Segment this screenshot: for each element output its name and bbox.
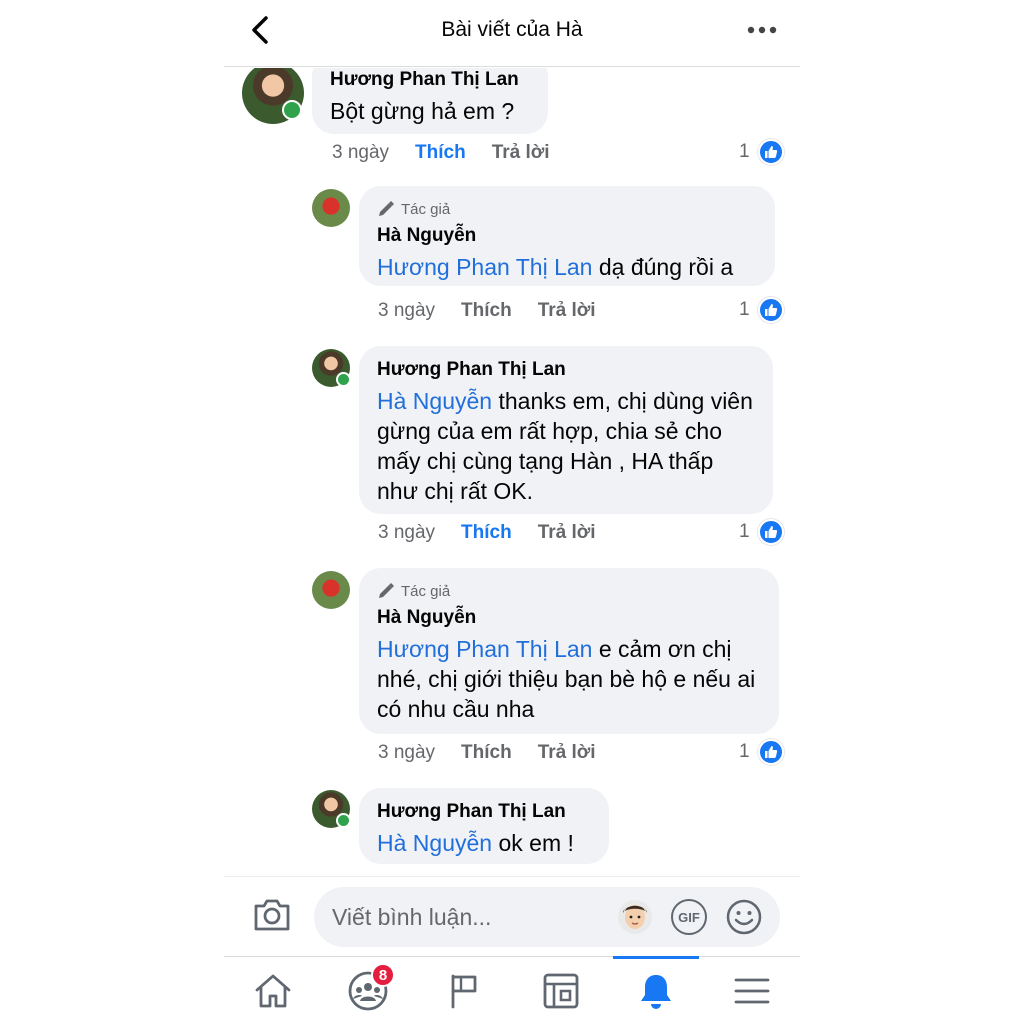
comment-text: Hương Phan Thị Lan e cảm ơn chị nhé, chị…: [377, 636, 756, 722]
more-horizontal-icon: [747, 26, 777, 34]
reaction-count: 1: [739, 299, 750, 320]
comment-reply: Tác giả Hà Nguyễn Hương Phan Thị Lan e c…: [224, 568, 800, 778]
pages-flag-icon: [451, 974, 477, 1009]
more-options-button[interactable]: [744, 18, 780, 42]
reaction-summary[interactable]: 1: [739, 519, 784, 545]
tab-news-feed[interactable]: [536, 967, 586, 1015]
tab-menu[interactable]: [727, 967, 777, 1015]
notifications-bell-icon: [641, 975, 671, 1009]
comment-author[interactable]: Hương Phan Thị Lan: [330, 68, 532, 92]
comment-composer: GIF: [224, 876, 800, 956]
reaction-summary[interactable]: 1: [739, 297, 784, 323]
comment-text: Hương Phan Thị Lan dạ đúng rồi a: [377, 254, 734, 280]
comment-time: 3 ngày: [332, 142, 390, 163]
tab-groups[interactable]: 8: [343, 963, 395, 1015]
comment-time: 3 ngày: [378, 522, 436, 543]
like-reaction-icon: [757, 139, 784, 165]
like-link[interactable]: Thích: [415, 142, 466, 164]
comment-time: 3 ngày: [378, 742, 436, 763]
camera-icon: [254, 899, 290, 931]
like-link[interactable]: Thích: [461, 742, 512, 764]
tab-pages[interactable]: [439, 967, 489, 1015]
news-feed-icon: [543, 973, 579, 1009]
comment-actions: 3 ngày Thích Trả lời: [378, 300, 596, 322]
like-reaction-icon: [757, 297, 784, 323]
like-reaction-icon: [757, 739, 784, 765]
gif-button[interactable]: GIF: [671, 899, 707, 935]
page-title: Bài viết của Hà: [441, 18, 583, 41]
like-reaction-icon: [757, 519, 784, 545]
camera-button[interactable]: [252, 897, 292, 933]
comment-text: Hà Nguyễn thanks em, chị dùng viên gừng …: [377, 388, 753, 504]
comment-author[interactable]: Hương Phan Thị Lan: [377, 800, 593, 824]
mention-link[interactable]: Hà Nguyễn: [377, 388, 492, 414]
comment-author[interactable]: Hà Nguyễn: [377, 224, 759, 248]
smiley-icon: [726, 899, 762, 935]
tab-notifications[interactable]: [631, 967, 681, 1015]
comment-actions: 3 ngày Thích Trả lời: [378, 522, 596, 544]
post-comments-screen: Bài viết của Hà Hương Phan Thị Lan Bột g…: [224, 0, 800, 1024]
avatar-sticker-icon: [618, 900, 652, 934]
comment-bubble[interactable]: Hương Phan Thị Lan Hà Nguyễn ok em !: [359, 788, 609, 864]
comment-reply: Hương Phan Thị Lan Hà Nguyễn thanks em, …: [224, 346, 800, 556]
avatar[interactable]: [312, 571, 350, 609]
comment-list: Hương Phan Thị Lan Bột gừng hả em ? 3 ng…: [224, 68, 800, 876]
mention-link[interactable]: Hương Phan Thị Lan: [377, 254, 592, 280]
mention-link[interactable]: Hương Phan Thị Lan: [377, 636, 592, 662]
reaction-count: 1: [739, 741, 750, 762]
emoji-button[interactable]: [726, 899, 762, 935]
reply-link[interactable]: Trả lời: [538, 300, 596, 322]
bottom-tab-bar: 8: [224, 956, 800, 1024]
comment-reply: Hương Phan Thị Lan Hà Nguyễn ok em !: [224, 788, 800, 876]
author-badge: Tác giả: [377, 200, 759, 218]
reply-link[interactable]: Trả lời: [492, 142, 550, 164]
reaction-count: 1: [739, 141, 750, 162]
reaction-count: 1: [739, 521, 750, 542]
avatar[interactable]: [312, 189, 350, 227]
reply-link[interactable]: Trả lời: [538, 742, 596, 764]
menu-icon: [734, 978, 770, 1004]
comment-text: Hà Nguyễn ok em !: [377, 830, 574, 856]
top-navigation-bar: Bài viết của Hà: [224, 0, 800, 67]
comment-author[interactable]: Hà Nguyễn: [377, 606, 763, 630]
reaction-summary[interactable]: 1: [739, 139, 784, 165]
comment-time: 3 ngày: [378, 300, 436, 321]
pencil-icon: [379, 201, 394, 216]
comment-bubble[interactable]: Tác giả Hà Nguyễn Hương Phan Thị Lan e c…: [359, 568, 779, 734]
author-badge: Tác giả: [377, 582, 763, 600]
comment-bubble[interactable]: Tác giả Hà Nguyễn Hương Phan Thị Lan dạ …: [359, 186, 775, 286]
tab-home[interactable]: [248, 967, 298, 1015]
comment-reply: Tác giả Hà Nguyễn Hương Phan Thị Lan dạ …: [224, 186, 800, 336]
comment-input[interactable]: [314, 887, 780, 947]
online-status-indicator: [282, 100, 302, 120]
comment-author[interactable]: Hương Phan Thị Lan: [377, 358, 757, 382]
comment-bubble[interactable]: Hương Phan Thị Lan Hà Nguyễn thanks em, …: [359, 346, 773, 514]
home-icon: [255, 974, 291, 1008]
comment-bubble[interactable]: Hương Phan Thị Lan Bột gừng hả em ?: [312, 68, 548, 134]
avatar-sticker-button[interactable]: [616, 897, 654, 935]
online-status-indicator: [336, 813, 351, 828]
comment-actions: 3 ngày Thích Trả lời: [332, 142, 550, 164]
like-link[interactable]: Thích: [461, 522, 512, 544]
notification-count-badge: 8: [371, 963, 395, 987]
comment-actions: 3 ngày Thích Trả lời: [378, 742, 596, 764]
reaction-summary[interactable]: 1: [739, 739, 784, 765]
pencil-icon: [379, 583, 394, 598]
active-tab-indicator: [613, 956, 699, 959]
online-status-indicator: [336, 372, 351, 387]
like-link[interactable]: Thích: [461, 300, 512, 322]
reply-link[interactable]: Trả lời: [538, 522, 596, 544]
comment: Hương Phan Thị Lan Bột gừng hả em ? 3 ng…: [224, 68, 800, 178]
comment-text: Bột gừng hả em ?: [330, 98, 515, 124]
mention-link[interactable]: Hà Nguyễn: [377, 830, 492, 856]
